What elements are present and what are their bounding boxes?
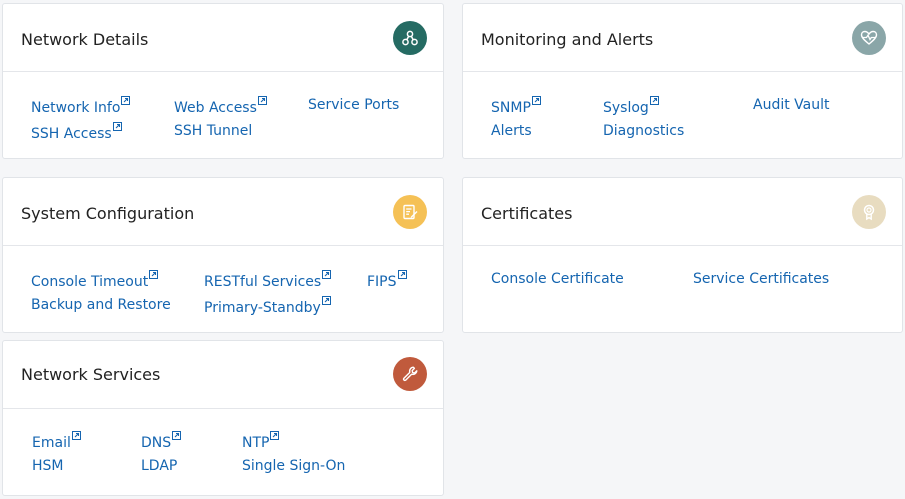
external-link-icon <box>531 96 541 105</box>
external-link-icon <box>172 431 182 440</box>
network-nodes-icon <box>393 21 427 55</box>
restful-services-link[interactable]: RESTful Services <box>204 270 332 291</box>
external-link-icon <box>71 431 81 440</box>
snmp-link[interactable]: SNMP <box>491 96 541 117</box>
backup-restore-link[interactable]: Backup and Restore <box>31 296 171 314</box>
network-details-title: Network Details <box>21 30 149 49</box>
certificates-header: Certificates <box>463 178 902 246</box>
service-certificates-link[interactable]: Service Certificates <box>693 270 829 288</box>
external-link-icon <box>397 270 407 279</box>
monitoring-alerts-title: Monitoring and Alerts <box>481 30 654 49</box>
diagnostics-link[interactable]: Diagnostics <box>603 122 684 140</box>
ntp-link[interactable]: NTP <box>242 431 280 452</box>
certificates-title: Certificates <box>481 204 573 223</box>
network-details-card: Network Details Network Info Web Access … <box>2 3 444 159</box>
audit-vault-link[interactable]: Audit Vault <box>753 96 830 114</box>
external-link-icon <box>270 431 280 440</box>
network-services-card: Network Services Email DNS NTP HSM LDAP … <box>2 340 444 496</box>
certificates-card: Certificates Console Certificate Service… <box>462 177 903 333</box>
external-link-icon <box>321 296 331 305</box>
network-services-header: Network Services <box>3 341 443 409</box>
heart-pulse-icon <box>852 21 886 55</box>
console-timeout-link[interactable]: Console Timeout <box>31 270 159 291</box>
external-link-icon <box>649 96 659 105</box>
ssh-tunnel-link[interactable]: SSH Tunnel <box>174 122 252 140</box>
single-sign-on-link[interactable]: Single Sign-On <box>242 457 345 475</box>
network-details-header: Network Details <box>3 4 443 72</box>
external-link-icon <box>121 96 131 105</box>
system-configuration-title: System Configuration <box>21 204 195 223</box>
console-certificate-link[interactable]: Console Certificate <box>491 270 624 288</box>
monitoring-alerts-header: Monitoring and Alerts <box>463 4 902 72</box>
syslog-link[interactable]: Syslog <box>603 96 659 117</box>
config-document-icon <box>393 195 427 229</box>
service-ports-link[interactable]: Service Ports <box>308 96 399 114</box>
hsm-link[interactable]: HSM <box>32 457 64 475</box>
wrench-icon <box>393 357 427 391</box>
external-link-icon <box>322 270 332 279</box>
certificate-award-icon <box>852 195 886 229</box>
system-configuration-card: System Configuration Console Timeout RES… <box>2 177 444 333</box>
network-services-title: Network Services <box>21 365 161 384</box>
monitoring-alerts-card: Monitoring and Alerts SNMP Syslog Audit … <box>462 3 903 159</box>
web-access-link[interactable]: Web Access <box>174 96 267 117</box>
external-link-icon <box>149 270 159 279</box>
fips-link[interactable]: FIPS <box>367 270 407 291</box>
primary-standby-link[interactable]: Primary-Standby <box>204 296 331 317</box>
ssh-access-link[interactable]: SSH Access <box>31 122 122 143</box>
email-link[interactable]: Email <box>32 431 81 452</box>
external-link-icon <box>257 96 267 105</box>
system-configuration-header: System Configuration <box>3 178 443 246</box>
dns-link[interactable]: DNS <box>141 431 182 452</box>
external-link-icon <box>112 122 122 131</box>
ldap-link[interactable]: LDAP <box>141 457 177 475</box>
alerts-link[interactable]: Alerts <box>491 122 532 140</box>
network-info-link[interactable]: Network Info <box>31 96 131 117</box>
